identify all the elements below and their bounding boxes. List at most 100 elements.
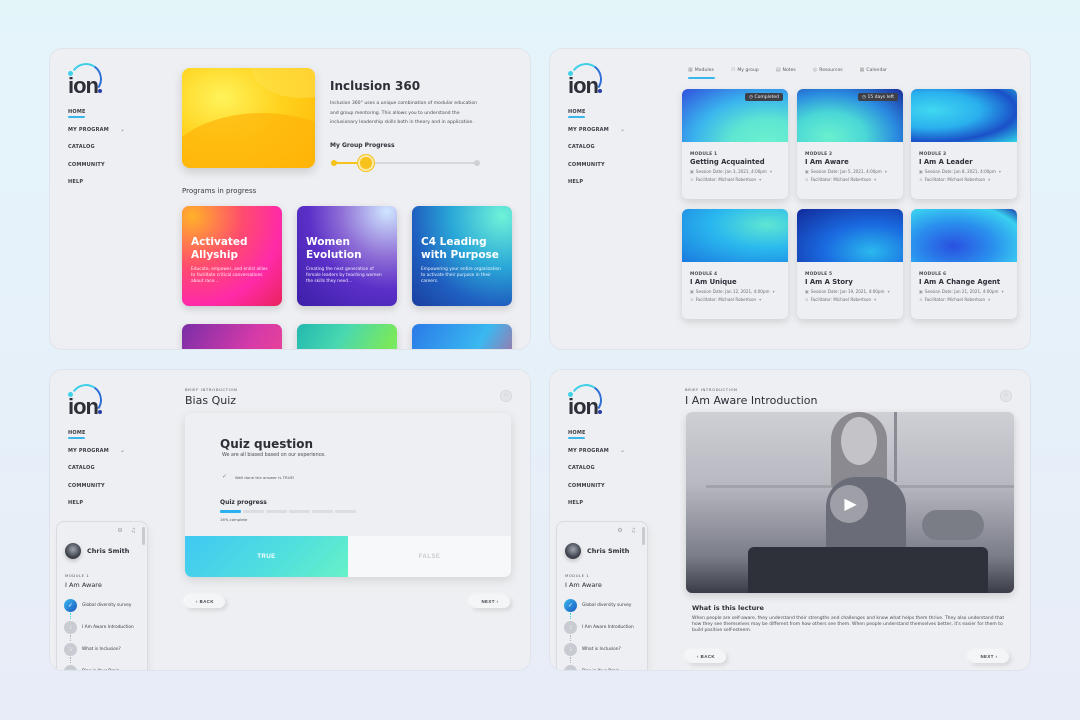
session-date[interactable]: ▣ Session Date: Jan 19, 2021, 4:00pm ▾ [805,289,903,294]
avatar[interactable] [565,543,581,559]
module-image: ◷ Completed [682,89,788,142]
person-icon: ♙ [919,177,923,182]
step-connector [70,657,71,663]
tab-resources[interactable]: ◎ Resources [813,67,843,77]
nav-help[interactable]: HELP [568,500,648,518]
nav-my-program[interactable]: MY PROGRAM ⌄ [68,447,148,466]
session-date[interactable]: ▣ Session Date: Jan 8, 2021, 4:00pm ▾ [919,169,1017,174]
nav-community[interactable]: COMMUNITY [568,162,648,180]
person-icon: ♙ [690,297,694,302]
module-step[interactable]: ✓ Global diversity survey [564,599,654,619]
favorite-icon[interactable]: ♡ [501,391,511,401]
scrollbar[interactable] [642,527,645,545]
nav-catalog[interactable]: CATALOG [568,144,648,162]
calendar-icon: ▣ [805,289,809,294]
module-step[interactable]: ✓ Global diversity survey [64,599,154,619]
ion-logo[interactable]: ion [566,381,605,419]
module-card[interactable]: MODULE 5I Am A Story ▣ Session Date: Jan 1… [797,209,903,319]
nav-catalog[interactable]: CATALOG [68,465,148,483]
back-button[interactable]: ‹ BACK [185,596,225,608]
program-card[interactable] [297,324,397,349]
calendar-icon: ▣ [690,169,694,174]
tab-notes[interactable]: ▤ Notes [776,67,796,77]
module-card[interactable]: ◷ Completed MODULE 1 Getting Acquainted ▣ Se… [682,89,788,199]
nav-catalog[interactable]: CATALOG [68,144,148,162]
module-name: I Am A Leader [919,158,973,166]
nav-home[interactable]: HOME [568,430,648,448]
step-connector [70,635,71,641]
group-progress-label: My Group Progress [330,142,395,149]
nav-catalog[interactable]: CATALOG [568,465,648,483]
quiz-progress-label: Quiz progress [220,499,267,506]
module-number: MODULE 3 [919,152,947,157]
breadcrumb: BRIEF INTRODUCTION [185,387,238,392]
ion-logo[interactable]: ion [66,381,105,419]
facilitator[interactable]: ♙ Facilitator: Michael Robertson ▾ [690,297,788,302]
session-date[interactable]: ▣ Session Date: Jan 5, 2021, 4:00pm ▾ [805,169,903,174]
nav-community[interactable]: COMMUNITY [68,483,148,501]
module-step[interactable]: 2I Am Aware Introduction [64,621,154,641]
chevron-down-icon: ⌄ [620,446,626,454]
ion-logo[interactable]: ion [566,60,605,98]
true-button[interactable]: TRUE [185,536,348,577]
module-step[interactable]: 4Bias in Your Brain [64,665,154,670]
nav-my-program[interactable]: MY PROGRAM ⌄ [68,126,148,145]
nav-community[interactable]: COMMUNITY [568,483,648,501]
module-status-badge: ◷ 15 days left [858,93,898,101]
nav-home[interactable]: HOME [568,109,648,127]
session-date[interactable]: ▣ Session Date: Jan 21, 2021, 4:00pm ▾ [919,289,1017,294]
step-number: 2 [64,621,77,634]
facilitator[interactable]: ♙ Facilitator: Michael Robertson ▾ [919,177,1017,182]
facilitator[interactable]: ♙ Facilitator: Michael Robertson ▾ [690,177,788,182]
program-card[interactable] [182,324,282,349]
module-progress-card: ⚙ ♫ Chris Smith MODULE 1I Am Aware ✓ Global … [57,522,147,670]
nav-help[interactable]: HELP [568,179,648,197]
tab-calendar[interactable]: ▦ Calendar [860,67,887,77]
featured-program-image[interactable] [182,68,315,168]
module-image [797,209,903,262]
nav-help[interactable]: HELP [68,500,148,518]
page-title: I Am Aware Introduction [685,394,818,407]
favorite-icon[interactable]: ♡ [1001,391,1011,401]
program-card[interactable]: Women Evolution Creating the next genera… [297,206,397,306]
module-step[interactable]: 3 What is Inclusion? [64,643,154,663]
group-progress-knob[interactable] [360,157,373,169]
avatar[interactable] [65,543,81,559]
tab-modules[interactable]: ▦ Modules [688,67,715,79]
scrollbar[interactable] [142,527,145,545]
progress-start-dot [331,160,337,166]
session-date[interactable]: ▣ Session Date: Jan 3, 2021, 4:00pm ▾ [690,169,788,174]
module-step[interactable]: 2I Am Aware Introduction [564,621,654,641]
next-button[interactable]: NEXT › [969,651,1009,663]
play-icon[interactable]: ▶ [830,485,868,523]
next-button[interactable]: NEXT › [470,596,510,608]
session-date[interactable]: ▣ Session Date: Jan 12, 2021, 4:00pm ▾ [690,289,788,294]
back-button[interactable]: ‹ BACK [686,651,726,663]
nav-my-program[interactable]: MY PROGRAM ⌄ [568,126,648,145]
program-card[interactable] [412,324,512,349]
module-card[interactable]: MODULE 6I Am A Change Agent ▣ Session Date… [911,209,1017,319]
nav-home[interactable]: HOME [68,109,148,127]
module-card[interactable]: MODULE 4I Am Unique ▣ Session Date: Jan 12… [682,209,788,319]
facilitator[interactable]: ♙ Facilitator: Michael Robertson ▾ [805,177,903,182]
video-player[interactable]: ▶ [686,412,1014,593]
program-card[interactable]: C4 Leading with Purpose Empowering your … [412,206,512,306]
facilitator[interactable]: ♙ Facilitator: Michael Robertson ▾ [805,297,903,302]
nav-my-program[interactable]: MY PROGRAM ⌄ [568,446,648,466]
dropdown-icon: ▾ [772,289,775,294]
settings-notification-icons[interactable]: ⚙ ♫ [117,527,139,534]
nav-community[interactable]: COMMUNITY [68,162,148,180]
module-name: I Am A Story [805,278,853,286]
module-card[interactable]: MODULE 3I Am A Leader ▣ Session Date: Jan … [911,89,1017,199]
module-step[interactable]: 3 What is Inclusion? [564,643,654,663]
module-step[interactable]: 4Bias in Your Brain [564,665,654,670]
facilitator[interactable]: ♙ Facilitator: Michael Robertson ▾ [919,297,1017,302]
tab-my-group[interactable]: ⚇ My group [731,67,759,77]
nav-help[interactable]: HELP [68,179,148,197]
false-button[interactable]: FALSE [348,536,511,577]
module-card[interactable]: ◷ 15 days left MODULE 2I Am Aware ▣ Session… [797,89,903,199]
settings-notification-icons[interactable]: ⚙ ♫ [617,527,639,534]
ion-logo[interactable]: ion [66,60,105,98]
nav-home[interactable]: HOME [68,430,148,448]
program-card[interactable]: Activated Allyship Educate, empower, and… [182,206,282,306]
